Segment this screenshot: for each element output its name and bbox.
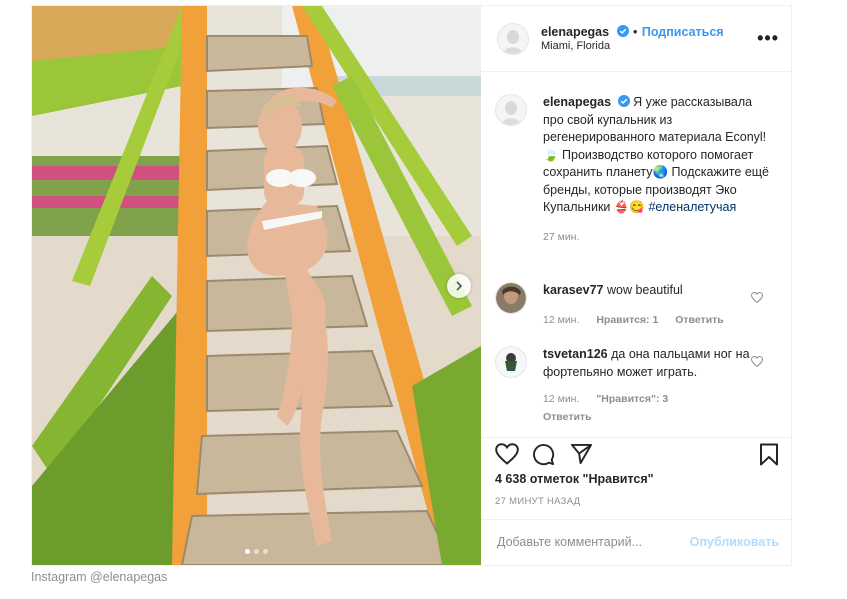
share-icon[interactable] [570,443,593,465]
carousel-next-button[interactable] [447,274,471,298]
post-actions: 4 638 отметок "Нравится" 27 МИНУТ НАЗАД … [481,437,791,566]
comment-username[interactable]: tsvetan126 [543,347,608,361]
post-photo[interactable] [32,6,481,565]
carousel-indicator [32,549,481,554]
heart-icon[interactable] [751,356,763,367]
instagram-post: elenapegas • Подписаться Miami, Florida … [31,5,792,566]
comment-body: karasev77 wow beautiful 12 мин. Нравится… [543,282,763,329]
comment-reply-button[interactable]: Ответить [543,409,763,427]
author-username[interactable]: elenapegas [541,25,609,39]
comment-meta: 12 мин. Нравится: 1 Ответить [543,312,763,330]
header-user-line: elenapegas • Подписаться [541,23,724,41]
comment-text: wow beautiful [606,283,683,297]
caption-hashtag[interactable]: #еленалетучая [648,200,736,214]
avatar-image [496,283,526,313]
comment-username[interactable]: karasev77 [543,283,603,297]
follow-button[interactable]: Подписаться [642,25,724,39]
page-caption: Instagram @elenapegas [31,570,168,584]
post-header: elenapegas • Подписаться Miami, Florida … [481,6,791,72]
add-comment-bar: Опубликовать [481,519,791,567]
verified-icon [616,25,629,37]
comment-time[interactable]: 12 мин. [543,393,579,405]
comment-avatar[interactable] [495,346,527,378]
comment-icon[interactable] [532,443,555,466]
publish-button[interactable]: Опубликовать [690,535,779,549]
comments-list: elenapegas Я уже рассказывала про свой к… [481,72,791,437]
verified-icon [617,95,630,107]
comment-body: tsvetan126 да она пальцами ног на фортеп… [543,346,763,426]
avatar-image [496,95,526,125]
author-avatar[interactable] [497,23,529,55]
comment-likes[interactable]: Нравится: 1 [596,314,658,326]
bookmark-icon[interactable] [759,443,779,466]
post-sidebar: elenapegas • Подписаться Miami, Florida … [481,6,791,565]
carousel-dot-1 [245,549,250,554]
post-location[interactable]: Miami, Florida [541,40,610,52]
comment-reply-button[interactable]: Ответить [675,314,724,326]
carousel-dot-3 [263,549,268,554]
carousel-dot-2 [254,549,259,554]
avatar-image [496,347,526,377]
more-options-button[interactable]: ••• [757,28,779,49]
header-separator: • [633,25,638,39]
avatar-image [498,24,528,54]
heart-icon[interactable] [751,292,763,303]
caption-body: elenapegas Я уже рассказывала про свой к… [543,94,771,246]
comment-input[interactable] [495,534,699,550]
chevron-right-icon [456,281,463,291]
post-time-ago[interactable]: 27 МИНУТ НАЗАД [495,496,580,507]
likes-count[interactable]: 4 638 отметок "Нравится" [495,472,654,486]
caption-avatar[interactable] [495,94,527,126]
caption-meta: 27 мин. [543,229,771,247]
comment-meta: 12 мин. "Нравится": 3 Ответить [543,391,763,426]
heart-icon[interactable] [495,443,519,465]
comment-time[interactable]: 12 мин. [543,314,579,326]
comment-likes[interactable]: "Нравится": 3 [596,393,668,405]
caption-text: Я уже рассказывала про свой купальник из… [543,95,770,214]
photo-illustration [32,6,481,565]
caption-time[interactable]: 27 мин. [543,231,579,243]
comment-avatar[interactable] [495,282,527,314]
caption-username[interactable]: elenapegas [543,95,611,109]
